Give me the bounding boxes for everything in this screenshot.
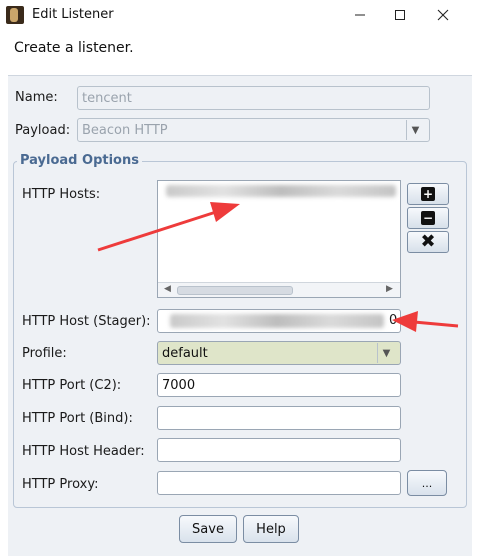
annotation-arrow-hosts [97,202,240,252]
annotation-arrow-stager [392,311,459,332]
annotation-arrows [97,202,459,332]
